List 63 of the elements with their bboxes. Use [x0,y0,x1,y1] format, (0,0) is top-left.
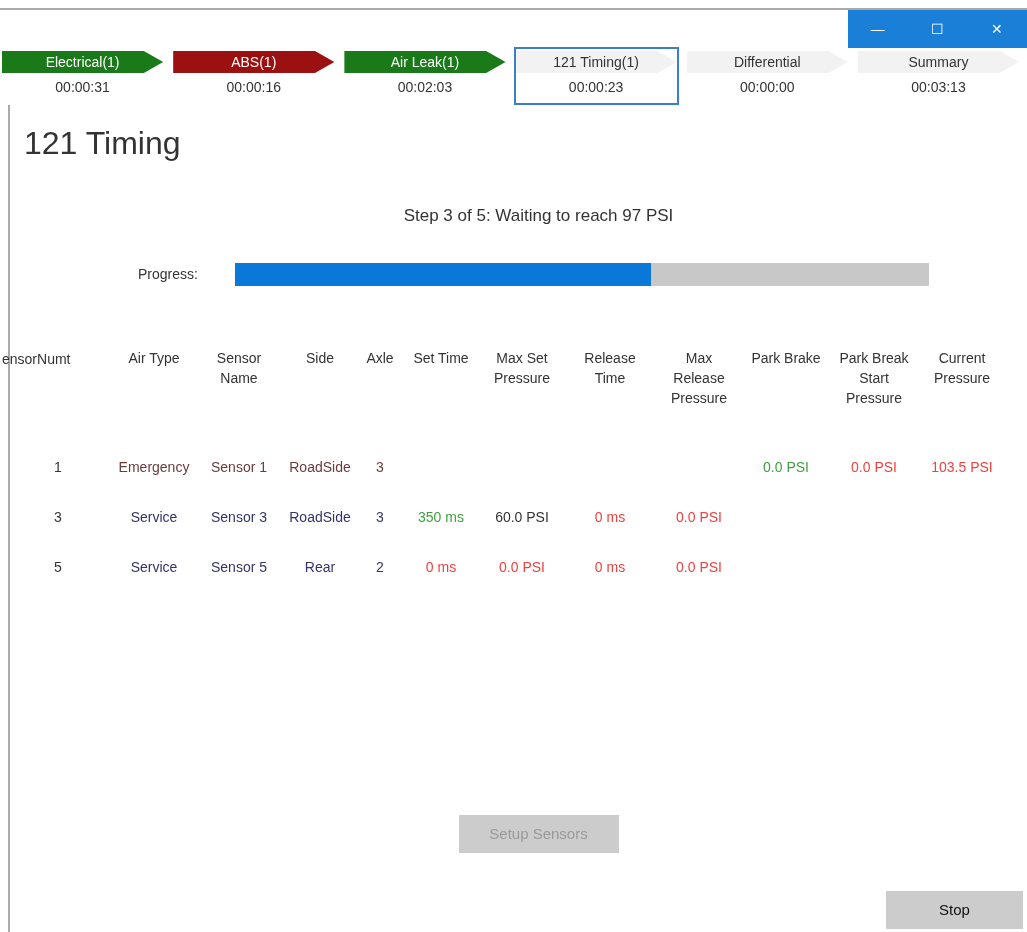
stop-button[interactable]: Stop [886,891,1023,929]
stage-label: ABS(1) [173,51,335,73]
stage-label: Differential [686,51,848,73]
table-cell: 3 [376,509,384,525]
column-header: Sensor Name [215,348,263,388]
table-cell: 0 ms [425,559,457,575]
table-cell: 0.0 PSI [851,459,897,475]
stage-tab[interactable]: ABS(1) 00:00:16 [171,47,337,105]
column-header: Max Release Pressure [670,348,728,408]
table-cell: 2 [376,559,384,575]
table-cell: RoadSide [289,459,351,475]
table-cell: 350 ms [418,509,464,525]
stage-time: 00:00:31 [55,78,110,97]
table-cell: Sensor 3 [210,509,267,525]
column-header: Max Set Pressure [493,348,551,388]
stage-label: Air Leak(1) [344,51,506,73]
table-cell: 0 ms [594,559,626,575]
page-title: 121 Timing [24,124,182,163]
column-header: Park Brake [751,348,821,368]
stage-time: 00:00:23 [568,78,624,97]
stage-time: 00:03:13 [911,78,966,97]
column-header: Current Pressure [933,348,991,388]
stage-time: 00:02:03 [397,78,453,97]
table-cell: Service [130,509,178,525]
column-header: Set Time [413,348,469,368]
stage-tab[interactable]: Summary 00:03:13 [855,47,1022,105]
stage-label: Summary [857,51,1020,73]
maximize-button[interactable]: ☐ [907,10,968,48]
table-cell: Emergency [118,459,190,475]
stage-label: 121 Timing(1) [515,51,677,73]
column-header: Park Break Start Pressure [838,348,910,408]
column-header: Axle [366,348,394,368]
close-button[interactable]: ✕ [967,10,1027,48]
table-cell: 5 [54,559,62,575]
stage-time: 00:00:00 [740,78,795,97]
column-header: ensorNumt [2,350,71,367]
table-cell: Sensor 1 [210,459,267,475]
table-cell: RoadSide [289,509,351,525]
column-header: Air Type [128,348,180,368]
table-cell: 0.0 PSI [676,509,722,525]
table-cell: Rear [304,559,336,575]
stage-tab[interactable]: 121 Timing(1) 00:00:23 [513,47,679,105]
table-cell: Service [130,559,178,575]
table-cell: 0.0 PSI [763,459,809,475]
table-cell: Sensor 5 [210,559,267,575]
step-status: Step 3 of 5: Waiting to reach 97 PSI [403,205,674,227]
stage-label: Electrical(1) [2,51,164,73]
minimize-button[interactable]: — [848,10,908,48]
column-header: Side [306,348,334,368]
stage-time: 00:00:16 [226,78,281,97]
table-cell: 3 [376,459,384,475]
table-cell: 103.5 PSI [931,459,993,475]
table-cell: 0 ms [594,509,626,525]
progress-label: Progress: [138,264,199,284]
table-cell: 0.0 PSI [676,559,722,575]
table-cell: 3 [54,509,62,525]
stage-tab[interactable]: Differential 00:00:00 [684,47,850,105]
stage-tab[interactable]: Air Leak(1) 00:02:03 [342,47,508,105]
table-cell: 60.0 PSI [495,509,549,525]
stage-tab[interactable]: Electrical(1) 00:00:31 [0,47,166,105]
column-header: Release Time [583,348,637,388]
table-cell: 0.0 PSI [499,559,545,575]
table-cell: 1 [54,459,62,475]
